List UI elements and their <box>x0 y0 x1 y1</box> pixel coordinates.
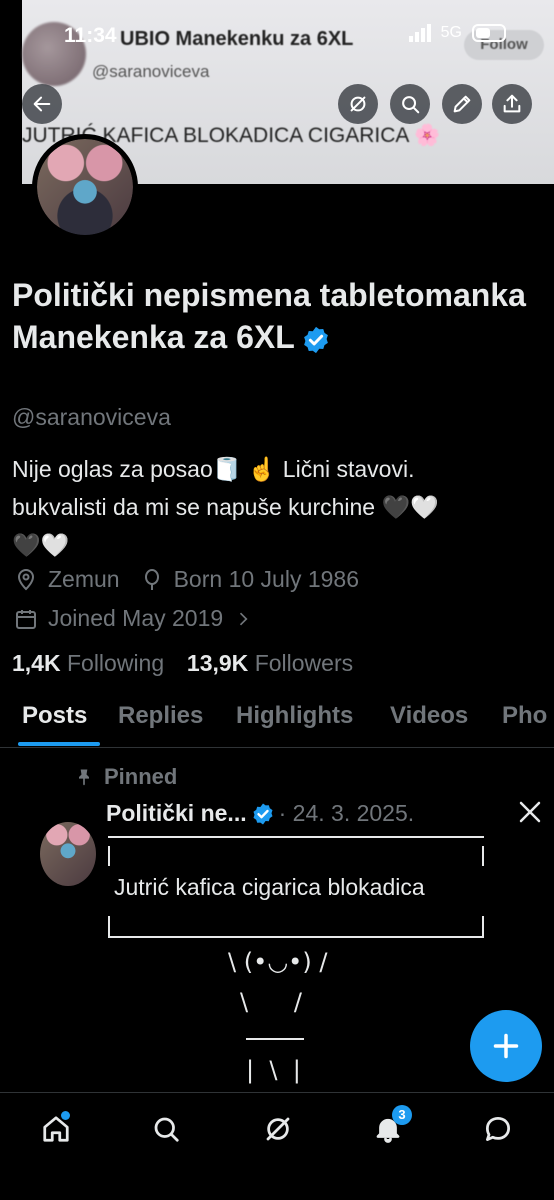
compose-post-button[interactable] <box>470 1010 542 1082</box>
signal-icon <box>408 24 431 42</box>
followers-label: Followers <box>254 650 354 676</box>
banner-handle: @saranoviceva <box>92 62 210 81</box>
profile-handle: @saranoviceva <box>12 404 171 430</box>
nav-search[interactable] <box>146 1109 186 1149</box>
profile-meta-location-born: Zemun Born 10 July 1986 <box>14 566 359 593</box>
ascii-legs: | \ | <box>246 1056 301 1084</box>
post-author-name[interactable]: Politički ne... <box>106 800 247 827</box>
verified-badge-icon <box>303 326 328 353</box>
ascii-box-side <box>108 846 110 866</box>
tab-videos[interactable]: Videos <box>390 702 468 730</box>
grok-icon <box>350 96 366 112</box>
following-label: Following <box>66 650 165 676</box>
profile-avatar[interactable] <box>32 134 138 240</box>
network-label: 5G <box>440 24 462 41</box>
battery-icon <box>472 24 506 42</box>
nav-home[interactable] <box>36 1109 76 1149</box>
followers-count: 13,9K <box>186 650 249 676</box>
joined-date-row[interactable]: Joined May 2019 <box>14 605 253 632</box>
balloon-icon <box>144 568 159 590</box>
display-name-text: Politički nepismena tabletomanka Maneken… <box>12 277 526 355</box>
pencil-icon <box>453 95 471 113</box>
edit-button[interactable] <box>442 84 482 124</box>
pinned-label: Pinned <box>104 764 178 789</box>
back-button[interactable] <box>22 84 62 124</box>
nav-grok[interactable] <box>258 1109 298 1149</box>
ascii-kaomoji: \ (•◡•) / <box>228 948 328 976</box>
ascii-bar <box>246 1038 304 1040</box>
bio-line: bukvalisti da mi se napuše kurchine 🖤🤍 <box>12 494 439 520</box>
ascii-box-bottom <box>108 936 484 938</box>
follow-stats: 1,4K Following 13,9K Followers <box>12 650 353 677</box>
post-author-avatar[interactable] <box>40 802 96 886</box>
profile-bio: Nije oglas za posao🧻 ☝️ Lični stavovi. b… <box>12 450 532 564</box>
calendar-icon <box>16 609 36 629</box>
pinned-indicator: Pinned <box>74 764 177 790</box>
chevron-right-icon <box>240 612 248 625</box>
followers-link[interactable]: 13,9K Followers <box>187 650 353 676</box>
avatar-image <box>37 139 133 235</box>
bio-line: Nije oglas za posao🧻 ☝️ Lični stavovi. <box>12 456 415 482</box>
bottom-navigation: 3 <box>0 1092 554 1200</box>
grok-button[interactable] <box>338 84 378 124</box>
message-bubble-icon <box>486 1117 510 1141</box>
tab-highlights[interactable]: Highlights <box>236 702 353 730</box>
tab-photos[interactable]: Pho <box>502 702 547 730</box>
search-icon <box>402 96 420 114</box>
ascii-box-side <box>482 846 484 866</box>
notifications-badge: 3 <box>392 1105 412 1125</box>
grok-icon <box>266 1117 290 1141</box>
status-bar: 11:34 5G <box>0 20 554 54</box>
profile-tabs: Posts Replies Highlights Videos Pho <box>0 694 554 748</box>
post-header: Politički ne... · 24. 3. 2025. <box>106 800 414 827</box>
ascii-box-side <box>108 916 110 938</box>
post-text: Jutrić kafica cigarica blokadica <box>114 874 425 900</box>
following-link[interactable]: 1,4K Following <box>12 650 164 676</box>
x-logo-icon[interactable] <box>518 800 542 830</box>
tab-replies[interactable]: Replies <box>118 702 203 730</box>
birthdate-text: Born 10 July 1986 <box>173 566 359 592</box>
search-icon <box>154 1117 179 1142</box>
pin-icon <box>79 769 89 786</box>
joined-text: Joined May 2019 <box>48 605 224 631</box>
nav-notifications[interactable]: 3 <box>368 1105 412 1149</box>
profile-display-name: Politički nepismena tabletomanka Maneken… <box>12 274 542 358</box>
verified-badge-icon <box>253 803 273 824</box>
active-tab-indicator <box>18 742 100 746</box>
unread-dot <box>61 1111 70 1120</box>
ascii-box-side <box>482 916 484 938</box>
location-text: Zemun <box>48 566 120 592</box>
ascii-arms: \ / <box>240 988 302 1016</box>
location-pin-icon <box>17 568 35 590</box>
share-icon <box>503 94 521 113</box>
tab-posts[interactable]: Posts <box>22 702 87 730</box>
status-time: 11:34 <box>64 24 117 47</box>
plus-icon <box>493 1033 519 1059</box>
search-button[interactable] <box>390 84 430 124</box>
share-button[interactable] <box>492 84 532 124</box>
nav-messages[interactable] <box>478 1109 518 1149</box>
arrow-left-icon <box>33 96 51 112</box>
bio-line: 🖤🤍 <box>12 532 70 558</box>
following-count: 1,4K <box>12 650 61 676</box>
ascii-box-top <box>108 836 484 838</box>
post-date: · 24. 3. 2025. <box>278 800 415 826</box>
